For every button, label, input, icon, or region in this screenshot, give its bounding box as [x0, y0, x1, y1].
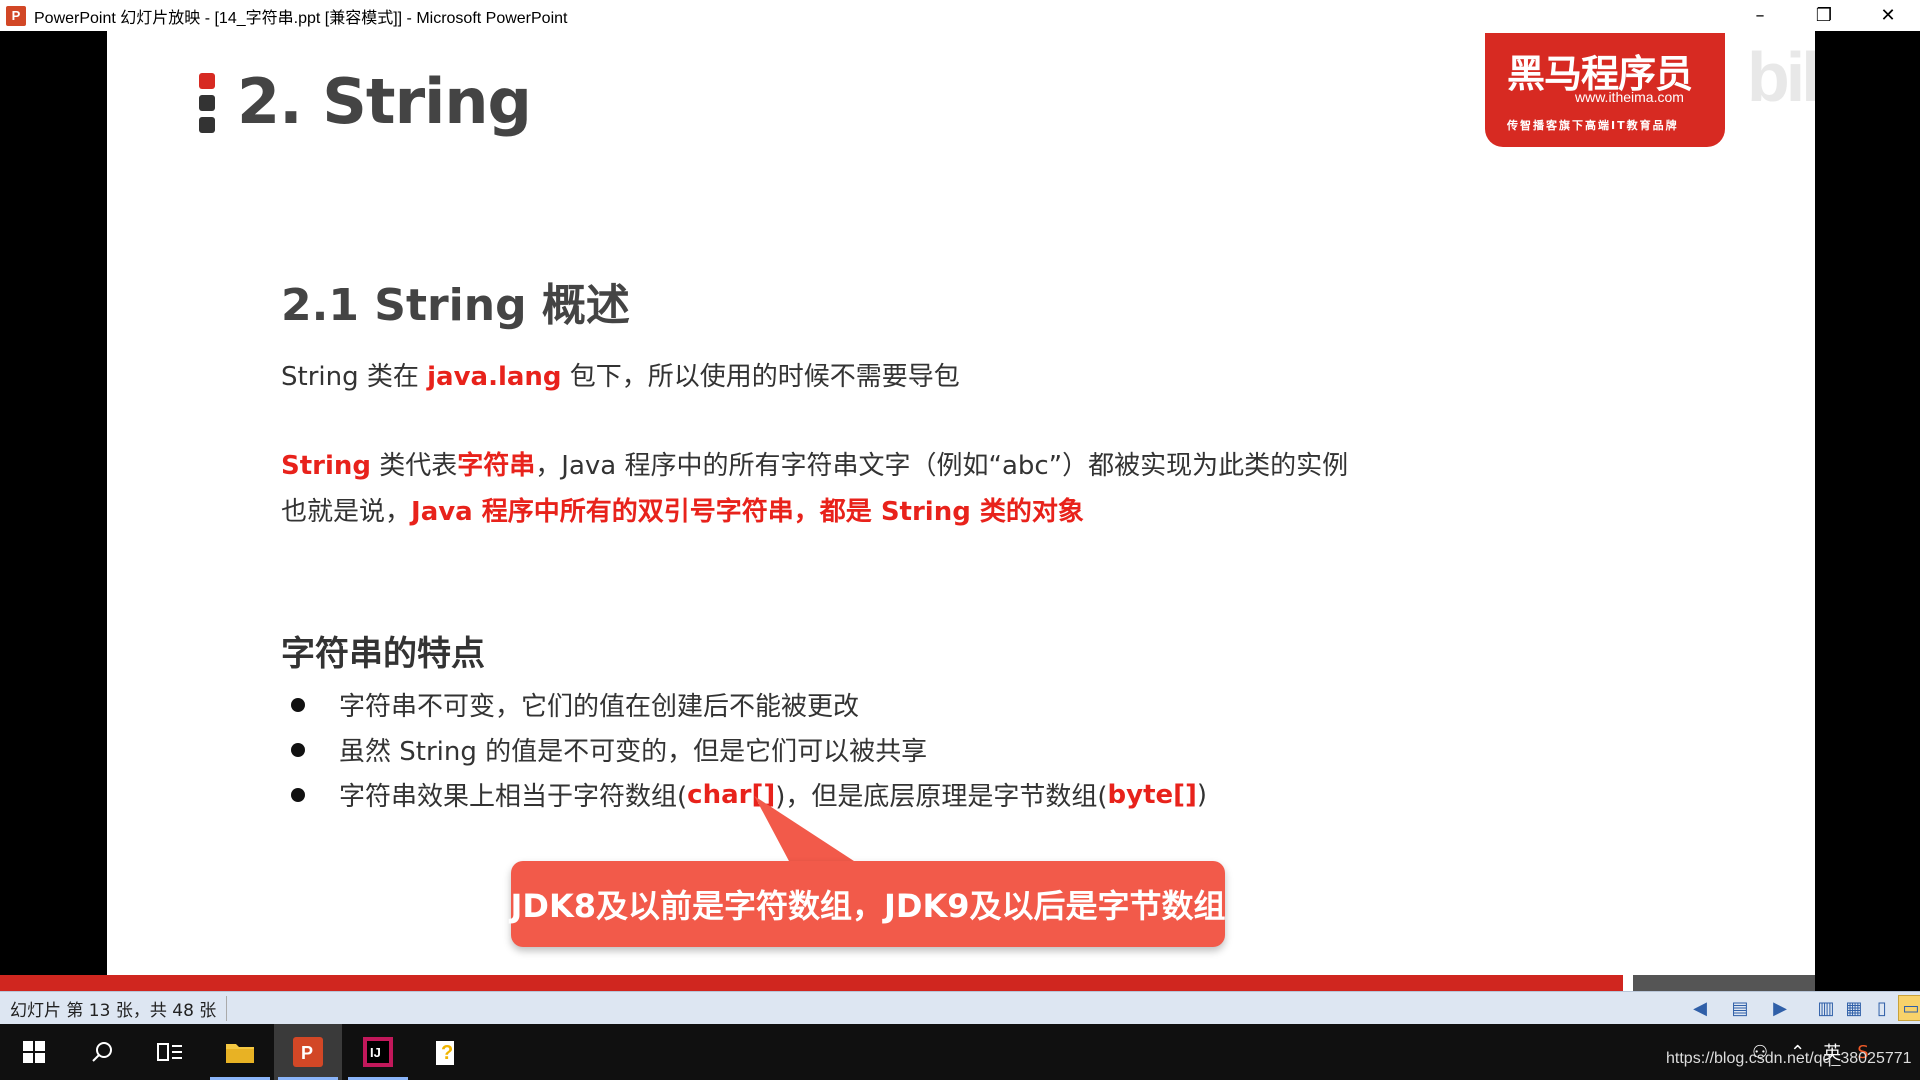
bullet-dot-icon [291, 697, 305, 712]
view-buttons: ▥ ▦ ▯ ▭ [1812, 992, 1920, 1024]
highlight-text: String [281, 451, 372, 481]
text: 也就是说， [281, 497, 412, 527]
intellij-taskbar-button[interactable]: IJ [344, 1024, 412, 1080]
logo-url-text: www.itheima.com [1575, 89, 1684, 105]
watermark-url: https://blog.csdn.net/qq_38025771 [1666, 1050, 1912, 1067]
svg-text:IJ: IJ [370, 1045, 381, 1060]
powerpoint-app-icon: P [6, 5, 26, 26]
text: ，Java 程序中的所有字符串文字（例如“abc”）都被实现为此类的实例 [535, 451, 1349, 481]
bullet-text: 虽然 String 的值是不可变的，但是它们可以被共享 [339, 737, 928, 767]
highlight-text: Java 程序中所有的双引号字符串，都是 String 类的对象 [411, 497, 1084, 527]
previous-slide-icon[interactable]: ◀ [1688, 996, 1712, 1020]
logo-subtitle: 传智播客旗下高端IT教育品牌 [1507, 119, 1679, 132]
bilibili-watermark: bili [1747, 38, 1815, 116]
close-button[interactable]: ✕ [1856, 0, 1920, 31]
bullet-dot-icon [291, 742, 305, 757]
folder-icon [226, 1044, 254, 1063]
search-icon [92, 1042, 112, 1062]
overview-line-2: String 类代表字符串，Java 程序中的所有字符串文字（例如“abc”）都… [281, 445, 1348, 482]
start-button[interactable] [0, 1024, 68, 1080]
slide-canvas[interactable]: 2. String 黑马程序员 www.itheima.com 传智播客旗下高端… [107, 31, 1815, 991]
file-explorer-button[interactable] [206, 1024, 274, 1080]
task-view-button[interactable] [136, 1024, 204, 1080]
callout-box: JDK8及以前是字符数组，JDK9及以后是字节数组 [510, 861, 1226, 947]
highlight-text: 字符串 [457, 451, 536, 481]
highlight-text: java.lang [427, 362, 562, 392]
svg-text:P: P [301, 1043, 313, 1063]
slide-sorter-icon[interactable]: ▦ [1842, 996, 1866, 1020]
overview-line-1: String 类在 java.lang 包下，所以使用的时候不需要导包 [281, 356, 960, 393]
slide-counter: 幻灯片 第 13 张，共 48 张 [10, 995, 228, 1021]
help-taskbar-button[interactable]: ? [412, 1024, 480, 1080]
title-marker-icon [199, 73, 215, 133]
bullet-dot-icon [291, 787, 305, 802]
section-heading: 2.1 String 概述 [281, 280, 630, 331]
windows-icon [23, 1041, 45, 1063]
bullet-item: 字符串效果上相当于字符数组( char[] )，但是底层原理是字节数组( byt… [281, 776, 1207, 813]
help-doc-icon: ? [436, 1041, 454, 1065]
bullet-text: ) [1196, 779, 1208, 810]
brand-logo: 黑马程序员 www.itheima.com 传智播客旗下高端IT教育品牌 [1485, 33, 1725, 147]
features-heading: 字符串的特点 [281, 634, 485, 674]
text: 类代表 [371, 451, 458, 481]
restore-button[interactable]: ❐ [1792, 0, 1856, 31]
minimize-button[interactable]: – [1728, 0, 1792, 31]
highlight-text: byte[] [1107, 779, 1197, 810]
text: String 类在 [281, 362, 428, 392]
svg-text:?: ? [441, 1042, 453, 1064]
bullet-text: 字符串不可变，它们的值在创建后不能被更改 [339, 692, 860, 722]
slide-footer-bar-dark [1633, 975, 1815, 991]
slide-title: 2. String [237, 65, 532, 138]
intellij-icon: IJ [363, 1037, 393, 1067]
window-title: PowerPoint 幻灯片放映 - [14_字符串.ppt [兼容模式]] -… [34, 9, 568, 27]
powerpoint-taskbar-button[interactable]: P [274, 1024, 342, 1080]
normal-view-icon[interactable]: ▥ [1814, 996, 1838, 1020]
windows-taskbar: P IJ ? ⚇ ⌃ 英 S [0, 1024, 1920, 1080]
powerpoint-icon: P [293, 1037, 323, 1067]
reading-view-icon[interactable]: ▯ [1870, 996, 1894, 1020]
slideshow-view-icon[interactable]: ▭ [1898, 995, 1920, 1021]
status-bar: 幻灯片 第 13 张，共 48 张 ◀ ▤ ▶ ▥ ▦ ▯ ▭ [0, 991, 1920, 1024]
bullet-item: 字符串不可变，它们的值在创建后不能被更改 [281, 686, 859, 723]
bullet-text: 字符串效果上相当于字符数组( [339, 782, 688, 812]
slide-footer-bar [0, 975, 1623, 991]
window-titlebar: P PowerPoint 幻灯片放映 - [14_字符串.ppt [兼容模式]]… [0, 0, 1920, 31]
next-slide-icon[interactable]: ▶ [1768, 996, 1792, 1020]
search-button[interactable] [68, 1024, 136, 1080]
slideshow-nav: ◀ ▤ ▶ [1680, 992, 1800, 1024]
overview-line-3: 也就是说，Java 程序中所有的双引号字符串，都是 String 类的对象 [281, 491, 1084, 528]
slide-menu-icon[interactable]: ▤ [1728, 996, 1752, 1020]
task-view-icon [157, 1043, 182, 1061]
bullet-item: 虽然 String 的值是不可变的，但是它们可以被共享 [281, 731, 927, 768]
text: 包下，所以使用的时候不需要导包 [561, 362, 960, 392]
